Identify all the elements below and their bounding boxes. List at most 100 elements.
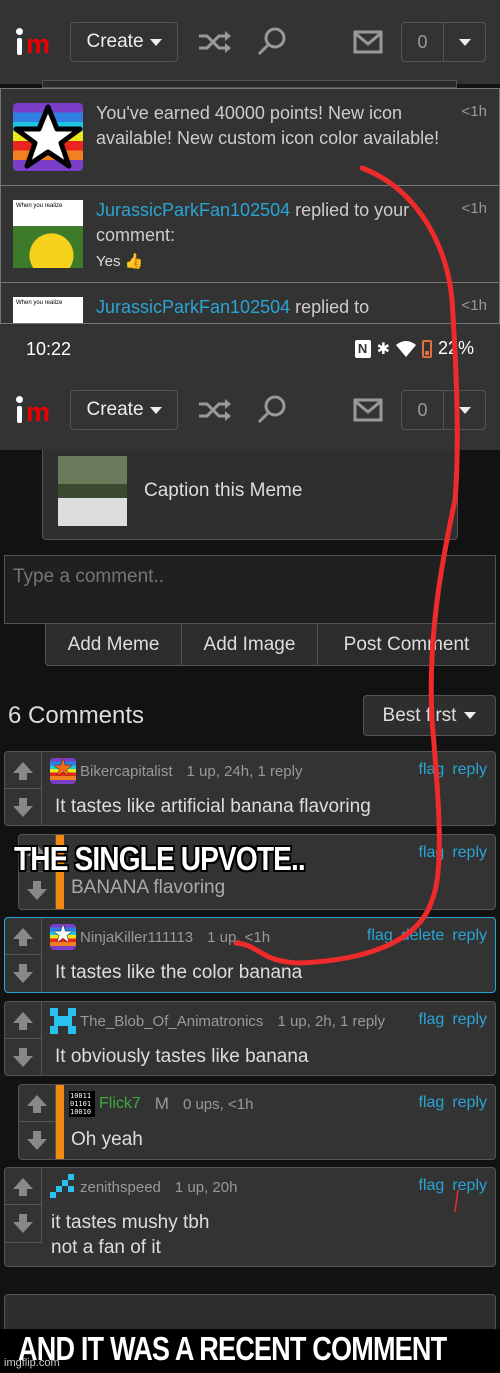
- upvote-button[interactable]: [5, 1002, 41, 1039]
- reply-link[interactable]: reply: [452, 927, 487, 945]
- vote-controls: [5, 1168, 42, 1243]
- imgflip-watermark: imgflip.com: [4, 1357, 60, 1369]
- space-invader-avatar[interactable]: [50, 1008, 76, 1034]
- notification-item[interactable]: You've earned 40000 points! New icon ava…: [1, 89, 499, 186]
- flag-link[interactable]: flag: [419, 1177, 445, 1195]
- user-menu-toggle[interactable]: [444, 23, 485, 61]
- shuffle-icon[interactable]: [197, 394, 233, 426]
- create-label: Create: [86, 399, 144, 420]
- thumb-caption: When you realize: [16, 300, 63, 306]
- downvote-button[interactable]: [19, 1122, 55, 1159]
- imgflip-logo[interactable]: m: [16, 396, 56, 426]
- caption-this-meme-link[interactable]: Caption this Meme: [42, 450, 458, 540]
- upvote-button[interactable]: [5, 752, 41, 789]
- search-icon[interactable]: [255, 26, 291, 58]
- notification-item[interactable]: When you realize JurassicParkFan102504 r…: [1, 186, 499, 283]
- notification-text: You've earned 40000 points! New icon ava…: [96, 103, 440, 148]
- logo-i: [17, 38, 22, 55]
- flag-link[interactable]: flag: [419, 761, 445, 779]
- post-comment-button[interactable]: Post Comment: [318, 624, 495, 665]
- change-my-mind-meme-thumbnail: [58, 456, 127, 526]
- logo-i: [17, 406, 22, 423]
- notification-text: JurassicParkFan102504 replied to your co…: [96, 198, 449, 248]
- binary-avatar[interactable]: 10011 01101 10010: [69, 1091, 95, 1117]
- notification-count[interactable]: 0: [402, 391, 444, 429]
- notification-user-link[interactable]: JurassicParkFan102504: [96, 297, 290, 317]
- comment-body: It obviously tastes like banana: [55, 1046, 309, 1067]
- wifi-icon: [395, 340, 416, 357]
- user-menu-toggle[interactable]: [444, 391, 485, 429]
- comment-meta: 1 up, 20h: [174, 1178, 238, 1196]
- downvote-button[interactable]: [5, 789, 41, 826]
- upvote-button[interactable]: [5, 918, 41, 955]
- notification-action: replied to: [290, 297, 370, 317]
- comment-header: 10011 01101 10010 Flick7 M 0 ups, <1h: [69, 1091, 253, 1117]
- reply-link[interactable]: reply: [452, 1094, 487, 1112]
- pixel-x-avatar[interactable]: [50, 1174, 76, 1200]
- comment-header: ★ Bikercapitalist 1 up, 24h, 1 reply: [50, 758, 302, 784]
- downvote-button[interactable]: [5, 955, 41, 992]
- comment-username[interactable]: Flick7: [99, 1095, 141, 1113]
- sort-comments-dropdown[interactable]: Best first: [363, 695, 496, 736]
- mail-icon[interactable]: [352, 26, 388, 58]
- surprised-pikachu-meme-thumbnail: When you realize: [13, 297, 83, 323]
- notifications-dropdown: You've earned 40000 points! New icon ava…: [0, 88, 500, 324]
- comment-actions: flag delete reply: [367, 927, 487, 945]
- create-label: Create: [86, 31, 144, 52]
- flag-link[interactable]: flag: [419, 844, 445, 862]
- reply-link[interactable]: reply: [452, 844, 487, 862]
- user-avatar[interactable]: ★: [50, 758, 76, 784]
- reply-link[interactable]: reply: [452, 761, 487, 779]
- comment-body-line: not a fan of it: [51, 1237, 161, 1258]
- comment-input[interactable]: [4, 555, 496, 624]
- flag-link[interactable]: flag: [419, 1094, 445, 1112]
- rainbow-star-icon: [13, 103, 83, 171]
- comment-username[interactable]: The_Blob_Of_Animatronics: [80, 1013, 263, 1030]
- create-button[interactable]: Create: [70, 22, 178, 62]
- arrow-down-icon: [13, 798, 33, 817]
- user-avatar[interactable]: ★: [50, 924, 76, 950]
- delete-link[interactable]: delete: [401, 927, 445, 945]
- status-time: 10:22: [26, 339, 72, 359]
- downvote-button[interactable]: [5, 1039, 41, 1076]
- comment-actions: flag reply: [419, 761, 487, 779]
- pikachu-image: [13, 226, 83, 268]
- notification-time: <1h: [461, 297, 487, 314]
- flag-link[interactable]: flag: [367, 927, 393, 945]
- notification-time: <1h: [461, 200, 487, 217]
- notification-user-link[interactable]: JurassicParkFan102504: [96, 200, 290, 220]
- site-header: m Create 0: [0, 370, 500, 450]
- battery-percent: 22%: [437, 338, 474, 358]
- shuffle-icon[interactable]: [197, 26, 233, 58]
- add-meme-button[interactable]: Add Meme: [46, 624, 182, 665]
- imgflip-logo[interactable]: m: [16, 28, 56, 58]
- create-button[interactable]: Create: [70, 390, 178, 430]
- comment-header: zenithspeed 1 up, 20h: [50, 1174, 237, 1200]
- reply-link[interactable]: reply: [452, 1177, 487, 1195]
- comment-username[interactable]: NinjaKiller111113: [80, 929, 193, 946]
- upvote-button[interactable]: [5, 1168, 41, 1205]
- add-image-button[interactable]: Add Image: [182, 624, 318, 665]
- comment: zenithspeed 1 up, 20h flag reply it tast…: [4, 1167, 496, 1267]
- reply-link[interactable]: reply: [452, 1011, 487, 1029]
- notification-reply-text: Yes 👍: [96, 253, 144, 270]
- logo-m: m: [26, 397, 50, 427]
- arrow-up-icon: [13, 761, 33, 780]
- notification-count[interactable]: 0: [402, 23, 444, 61]
- notification-item[interactable]: When you realize JurassicParkFan102504 r…: [1, 283, 499, 323]
- flag-link[interactable]: flag: [419, 1011, 445, 1029]
- comment-meta: 1 up, 24h, 1 reply: [186, 762, 303, 780]
- comment-username[interactable]: Bikercapitalist: [80, 763, 173, 780]
- vote-controls: [5, 1002, 42, 1075]
- downvote-button[interactable]: [5, 1205, 41, 1242]
- comment: The_Blob_Of_Animatronics 1 up, 2h, 1 rep…: [4, 1001, 496, 1076]
- arrow-down-icon: [13, 1048, 33, 1067]
- search-icon[interactable]: [255, 394, 291, 426]
- upvote-button[interactable]: [19, 1085, 55, 1122]
- comment-meta: 1 up, 2h, 1 reply: [277, 1012, 386, 1030]
- thumb-caption: When you realize: [16, 203, 63, 209]
- comment-actions: flag reply: [419, 1011, 487, 1029]
- chevron-down-icon: [458, 38, 471, 46]
- comment-username[interactable]: zenithspeed: [80, 1179, 161, 1196]
- mail-icon[interactable]: [352, 394, 388, 426]
